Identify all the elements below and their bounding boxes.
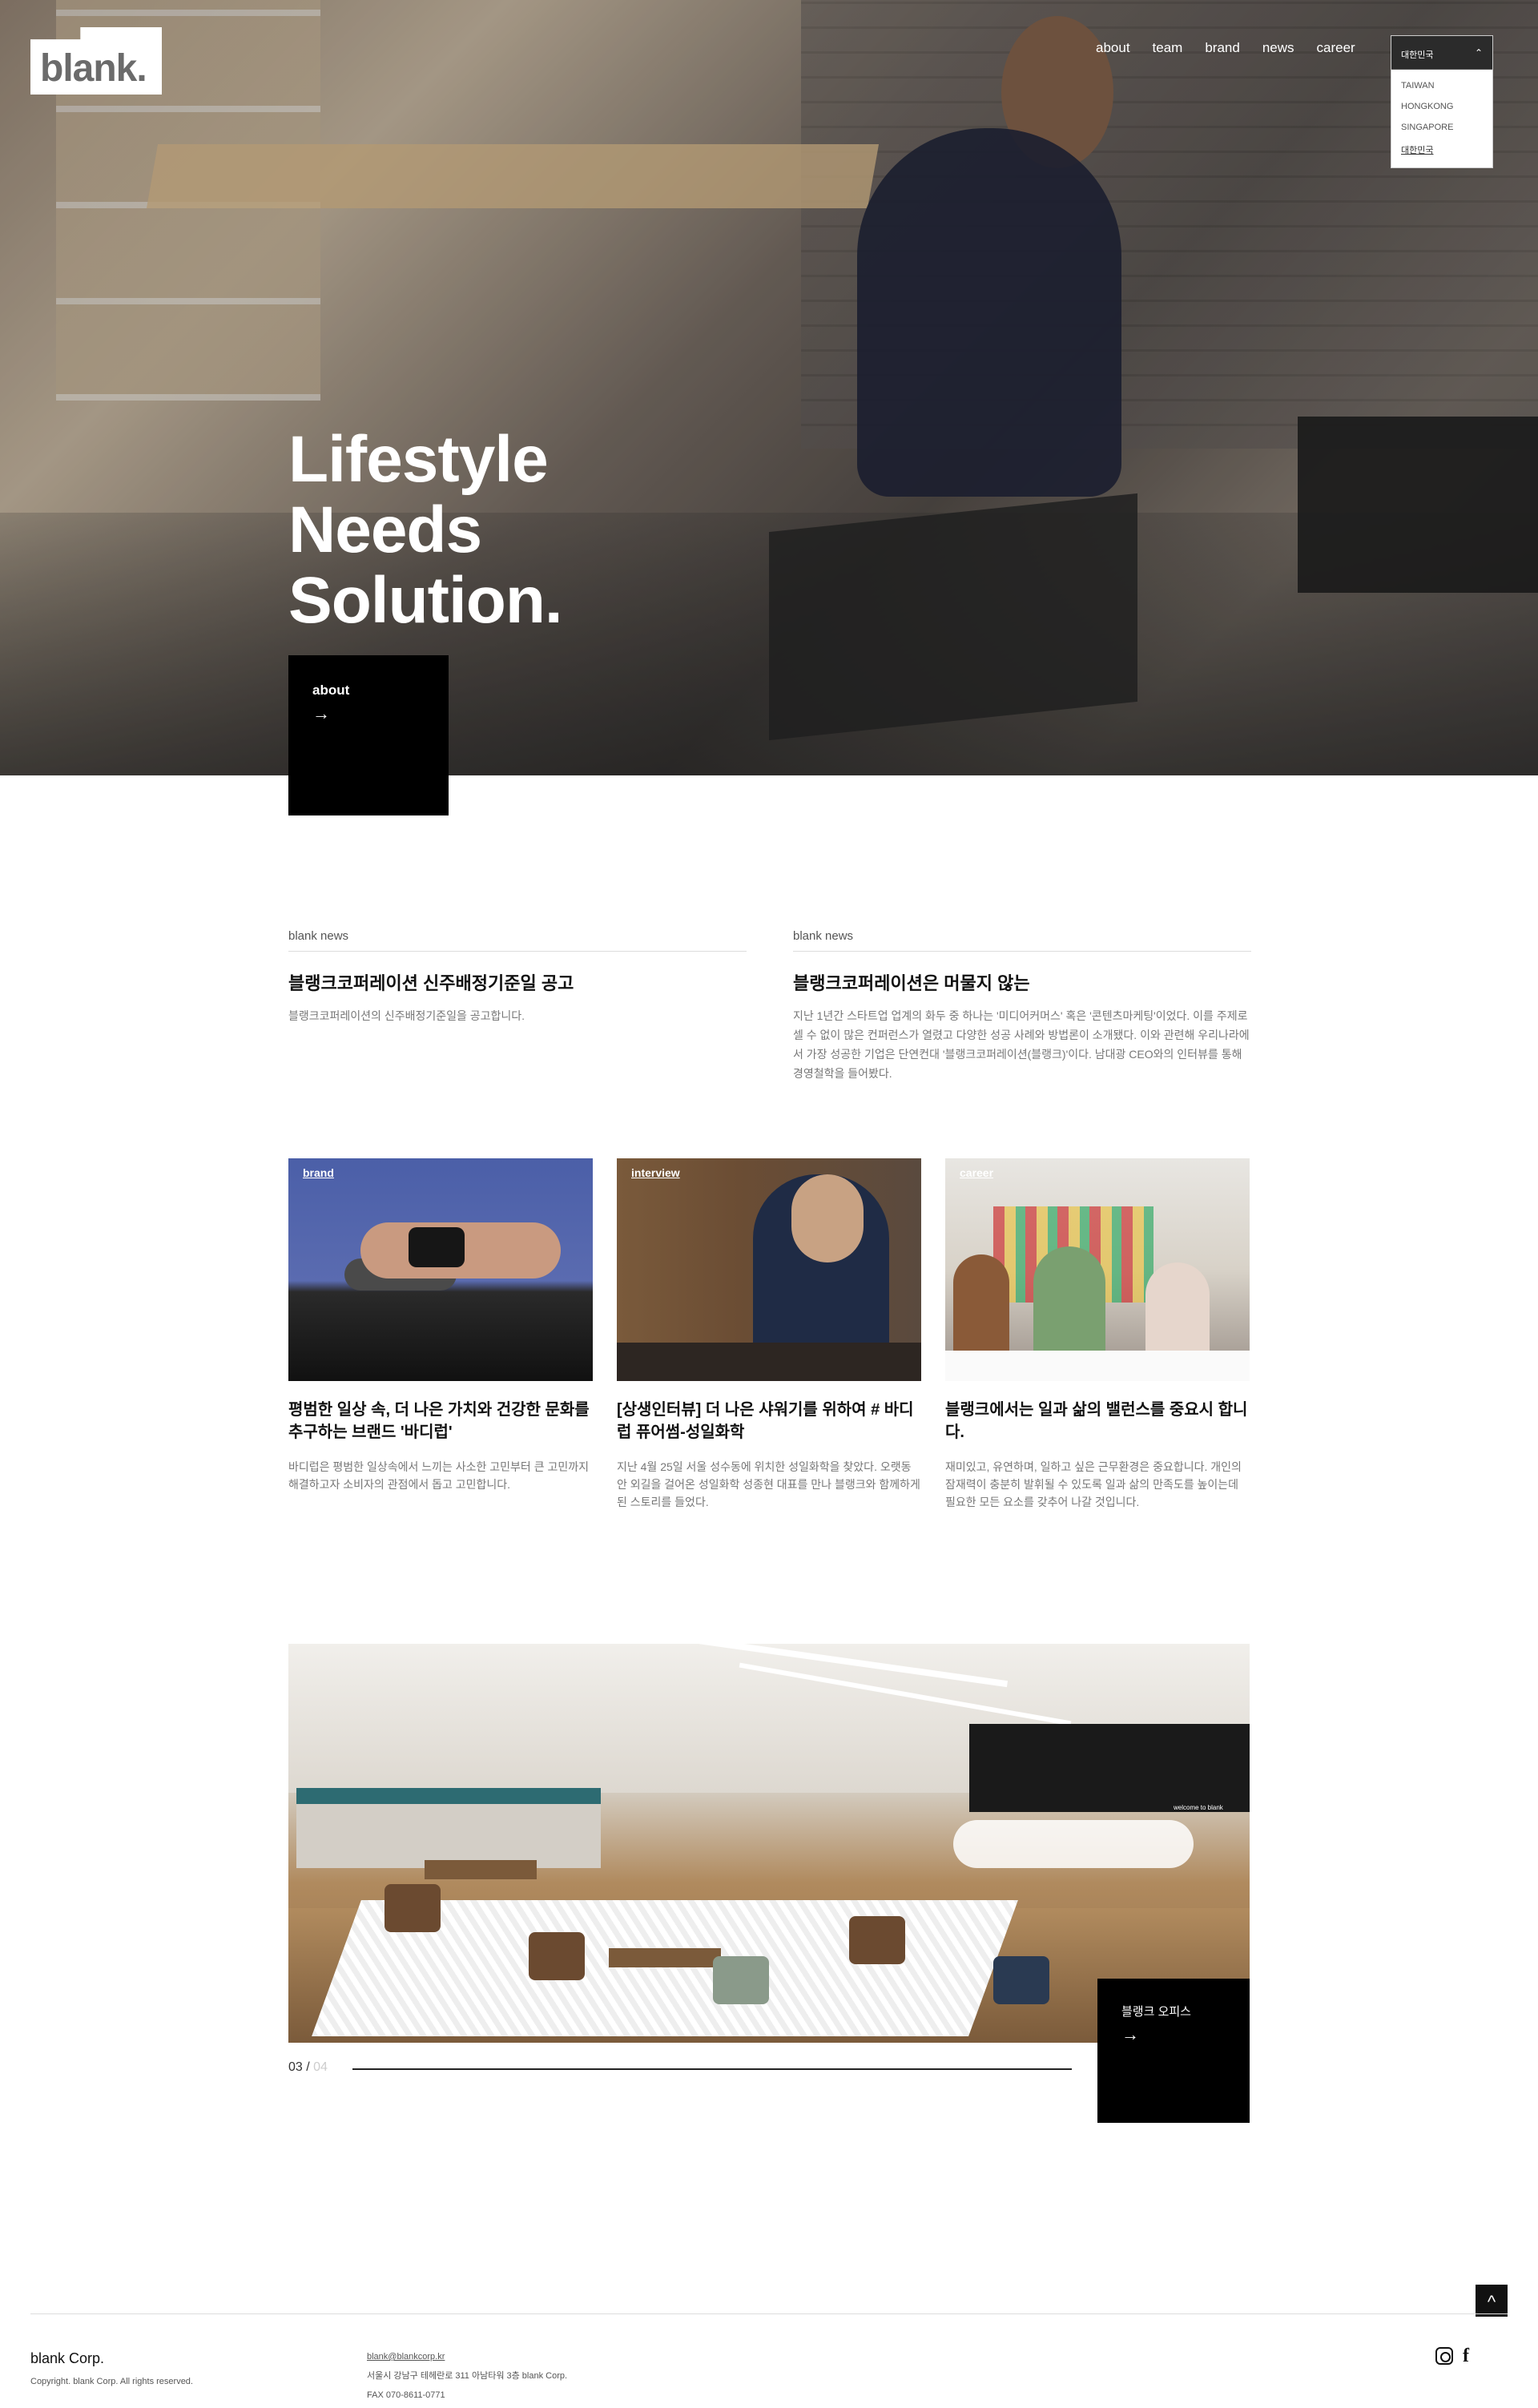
card-desc: 재미있고, 유연하며, 일하고 싶은 근무환경은 중요합니다. 개인의 잠재력이… [945,1460,1242,1508]
nav-about[interactable]: about [1096,40,1130,56]
nav-news[interactable]: news [1262,40,1294,56]
language-option-hongkong[interactable]: HONGKONG [1401,102,1483,123]
language-selected[interactable]: 대한민국 ⌃ [1391,36,1492,70]
hero-title-line-1: Lifestyle [288,423,549,496]
office-chair [713,1956,769,2004]
card-image[interactable]: brand [288,1158,593,1381]
footer-corp-name: blank Corp. [30,2350,105,2366]
office-table [609,1948,721,1967]
news-desc: 블랭크코퍼레이션의 신주배정기준일을 공고합니다. [288,1009,525,1022]
news-title[interactable]: 블랭크코퍼레이션 신주배정기준일 공고 [288,969,747,995]
slide-total: 04 [313,2060,328,2074]
office-chair [529,1932,585,1980]
instagram-icon[interactable] [1435,2347,1453,2365]
nav-brand[interactable]: brand [1205,40,1239,56]
hero-title: Lifestyle Needs Solution. [288,423,563,637]
card-tag: career [960,1166,994,1179]
news-category: blank news [793,929,1251,952]
news-desc: 지난 1년간 스타트업 업계의 화두 중 하나는 '미디어커머스' 혹은 '콘텐… [793,1009,1250,1080]
language-options: TAIWAN HONGKONG SINGAPORE 대한민국 [1391,70,1492,164]
footer-info: blank@blankcorp.kr 서울시 강남구 테헤란로 311 아남타워… [367,2347,567,2405]
hero-title-line-2: Needs [288,493,482,566]
scroll-top-button[interactable]: ^ [1476,2285,1508,2317]
office-chair [993,1956,1049,2004]
hero-section [0,0,1538,775]
footer-copyright: Copyright. blank Corp. All rights reserv… [30,2377,193,2386]
card-tag: brand [303,1166,334,1179]
footer-divider [30,2313,1508,2314]
slide-progress-bar [352,2068,1072,2070]
image-person [1033,1246,1105,1367]
language-option-korea[interactable]: 대한민국 [1401,143,1483,164]
office-button-label: 블랭크 오피스 [1121,2005,1191,2019]
news-item-1[interactable]: blank news 블랭크코퍼레이션 신주배정기준일 공고 블랭크코퍼레이션의… [288,929,747,1025]
about-button[interactable]: about → [288,655,449,815]
office-welcome-text: welcome to blank [1174,1804,1223,1811]
hero-title-line-3: Solution. [288,564,563,637]
card-title[interactable]: [상생인터뷰] 더 나은 샤워기를 위하여 # 바디럽 퓨어썸-성일화학 [617,1399,921,1444]
footer-email-link[interactable]: blank@blankcorp.kr [367,2352,445,2362]
social-links: f [1435,2346,1469,2366]
slide-separator: / [306,2060,310,2074]
image-clothing [409,1227,465,1267]
news-item-2[interactable]: blank news 블랭크코퍼레이션은 머물지 않는 지난 1년간 스타트업 … [793,929,1251,1083]
card-desc: 바디럽은 평범한 일상속에서 느끼는 사소한 고민부터 큰 고민까지 해결하고자… [288,1460,589,1491]
card-career[interactable]: career 블랭크에서는 일과 삶의 밸런스를 중요시 합니다. 재미있고, … [945,1158,1250,1511]
hero-overlay [0,0,1538,775]
slide-pager: 03 / 04 [288,2060,328,2075]
card-desc: 지난 4월 25일 서울 성수동에 위치한 성일화학을 찾았다. 오랫동안 외길… [617,1460,920,1508]
office-screen-cloud [953,1820,1194,1868]
footer-address: 서울시 강남구 테헤란로 311 아남타워 3층 blank Corp. [367,2371,568,2381]
image-desk [617,1343,921,1381]
office-chair [384,1884,441,1932]
card-image[interactable]: career [945,1158,1250,1381]
footer-fax: FAX 070-8611-0771 [367,2390,445,2400]
about-button-label: about [312,683,350,698]
card-interview[interactable]: interview [상생인터뷰] 더 나은 샤워기를 위하여 # 바디럽 퓨어… [617,1158,921,1511]
image-face [791,1174,864,1262]
chevron-up-icon: ^ [1487,2292,1496,2312]
arrow-right-icon: → [1121,2024,1139,2044]
facebook-icon[interactable]: f [1463,2346,1469,2366]
office-table [425,1860,537,1879]
image-table [945,1351,1250,1381]
main-nav: about team brand news career [1096,40,1355,56]
card-title[interactable]: 평범한 일상 속, 더 나은 가치와 건강한 문화를 추구하는 브랜드 '바디럽… [288,1399,593,1444]
card-title[interactable]: 블랭크에서는 일과 삶의 밸런스를 중요시 합니다. [945,1399,1250,1444]
card-image[interactable]: interview [617,1158,921,1381]
card-tag: interview [631,1166,680,1179]
language-option-singapore[interactable]: SINGAPORE [1401,123,1483,143]
card-brand[interactable]: brand 평범한 일상 속, 더 나은 가치와 건강한 문화를 추구하는 브랜… [288,1158,593,1493]
office-chair [849,1916,905,1964]
office-bar [296,1788,601,1868]
slide-current: 03 [288,2060,303,2074]
logo-text: blank. [40,47,147,90]
chevron-up-icon: ⌃ [1474,47,1483,58]
office-button[interactable]: 블랭크 오피스 → [1097,1979,1250,2123]
news-category: blank news [288,929,747,952]
language-dropdown[interactable]: 대한민국 ⌃ TAIWAN HONGKONG SINGAPORE 대한민국 [1391,35,1493,168]
language-selected-label: 대한민국 [1401,50,1434,60]
news-title[interactable]: 블랭크코퍼레이션은 머물지 않는 [793,969,1251,995]
language-option-taiwan[interactable]: TAIWAN [1401,81,1483,102]
nav-career[interactable]: career [1317,40,1355,56]
arrow-right-icon: → [312,703,330,723]
nav-team[interactable]: team [1153,40,1183,56]
